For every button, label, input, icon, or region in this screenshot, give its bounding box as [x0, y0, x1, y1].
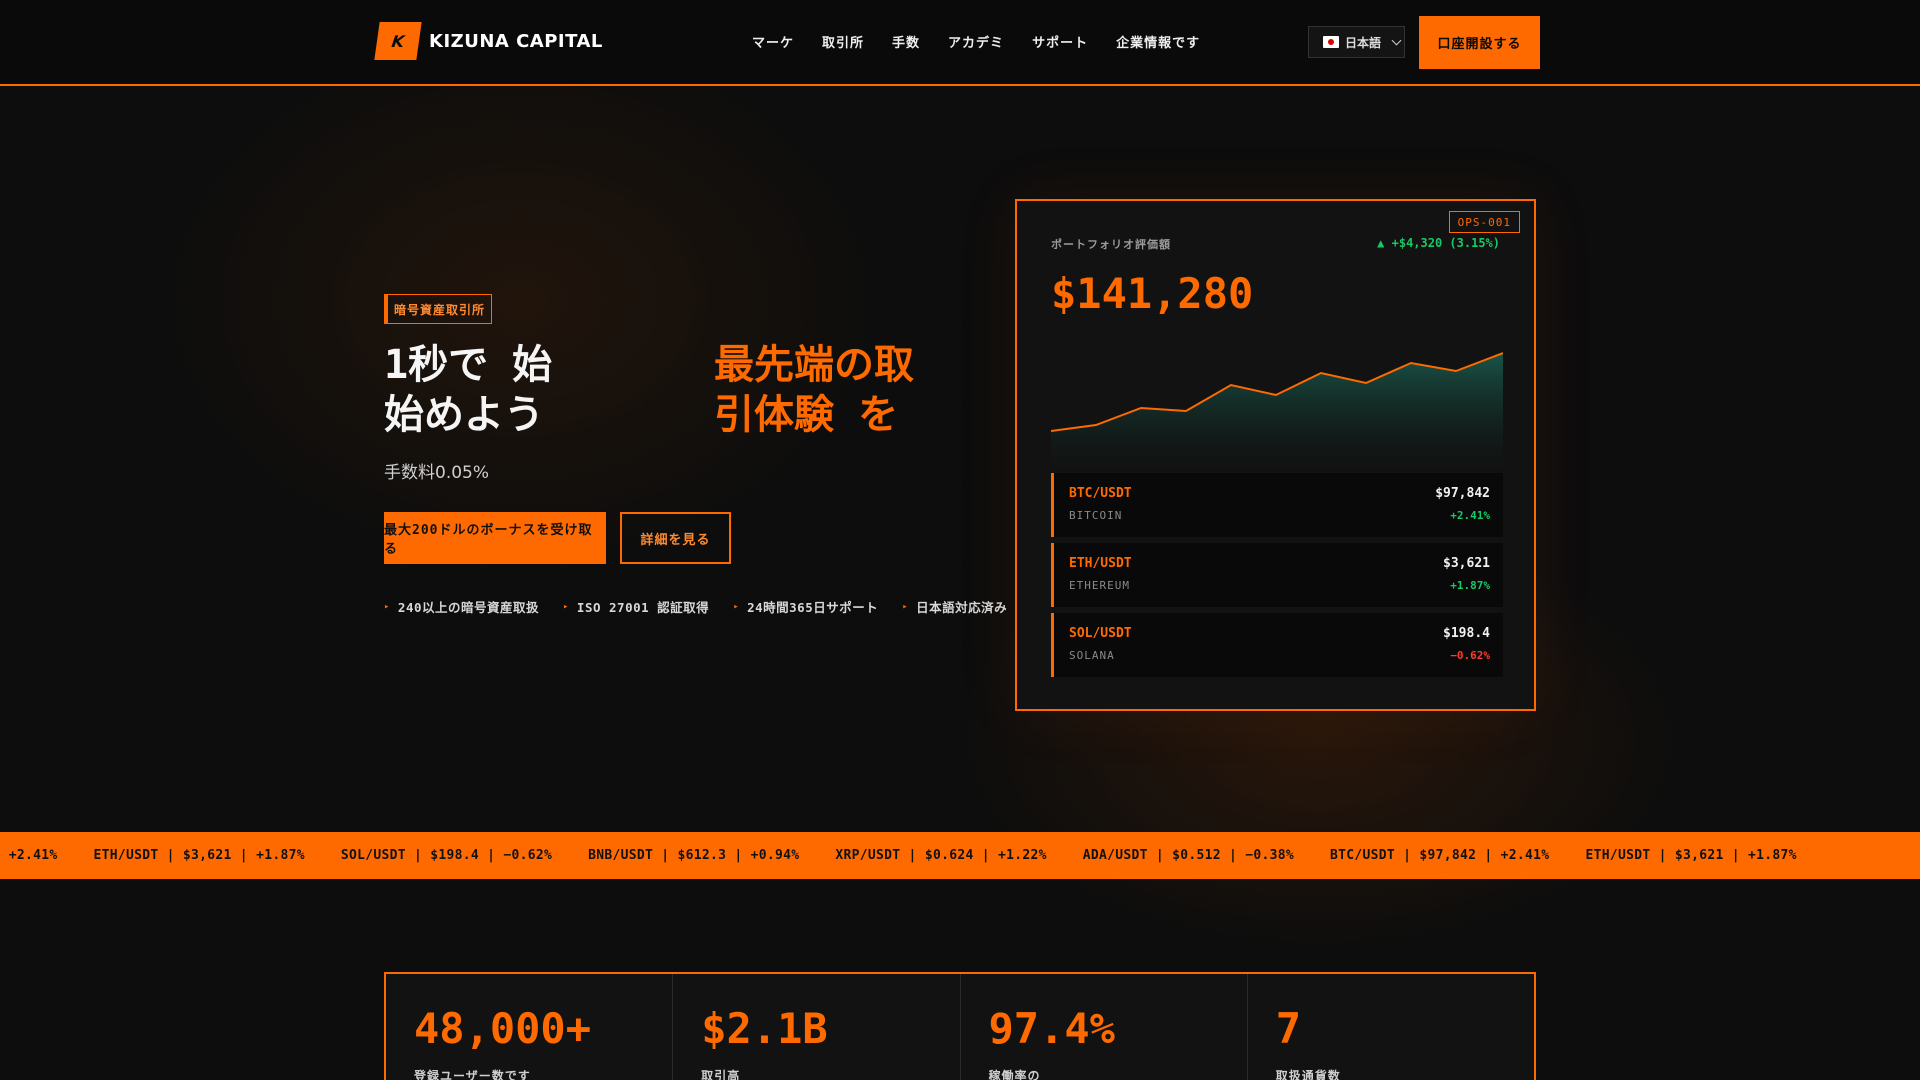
pair-price: $97,842 — [1435, 486, 1490, 501]
stat-label: 取扱通貨数 — [1275, 1069, 1341, 1080]
ticker-item: BTC/USDT | $97,842 | +2.41% — [1330, 848, 1550, 863]
top-navigation: K KIZUNA CAPITAL マーケ 取引所 手数 アカデミ サポート 企業… — [0, 0, 1920, 86]
ticker-item: XRP/USDT | $0.624 | +1.22% — [835, 848, 1047, 863]
stat-value: 48,000+ — [414, 1004, 592, 1053]
portfolio-sparkline — [1051, 352, 1503, 471]
stat-value: 7 — [1275, 1004, 1302, 1053]
ticker-item: 842 | +2.41% — [0, 848, 58, 863]
nav-link-fees[interactable]: 手数 — [892, 32, 920, 51]
pair-change: −0.62% — [1450, 649, 1490, 662]
nav-link-academy[interactable]: アカデミ — [948, 32, 1004, 51]
feature-list: ▸ 240以上の暗号資産取扱 ▸ ISO 27001 認証取得 ▸ 24時間365日サ… — [384, 597, 1007, 616]
ops-tag: OPS-001 — [1448, 211, 1520, 233]
pair-change: +1.87% — [1450, 579, 1490, 592]
headline-accent: 最先端の取引体験 を — [714, 342, 914, 438]
pair-row-eth[interactable]: ETH/USDT ETHEREUM $3,621 +1.87% — [1051, 543, 1503, 607]
stat-label: 登録ユーザー数です — [414, 1069, 531, 1080]
pair-name: BITCOIN — [1069, 509, 1123, 522]
stat-volume: $2.1B 取引高 — [673, 974, 961, 1080]
hero-headline: 1秒で 始 最先端の取引体験 を 始めよう — [384, 340, 944, 440]
nav-link-support[interactable]: サポート — [1032, 32, 1088, 51]
feature-item: ▸ 240以上の暗号資産取扱 — [384, 597, 539, 616]
pair-price: $3,621 — [1443, 556, 1490, 571]
main-menu: マーケ 取引所 手数 アカデミ サポート 企業情報です — [752, 32, 1200, 51]
fee-subline: 手数料0.05% — [384, 463, 490, 483]
chevron-down-icon — [1391, 35, 1402, 45]
ticker-item: ETH/USDT | $3,621 | +1.87% — [1585, 848, 1797, 863]
feature-item: ▸ 日本語対応済み — [902, 597, 1007, 616]
feature-label: 日本語対応済み — [916, 600, 1008, 615]
feature-item: ▸ ISO 27001 認証取得 — [563, 597, 709, 616]
stat-label: 稼働率の — [988, 1069, 1041, 1080]
nav-link-exchange[interactable]: 取引所 — [822, 32, 864, 51]
stats-panel: 48,000+ 登録ユーザー数です $2.1B 取引高 97.4% 稼働率の 7… — [384, 972, 1536, 1080]
feature-item: ▸ 24時間365日サポート — [733, 597, 878, 616]
pair-change: +2.41% — [1450, 509, 1490, 522]
ticker-item: SOL/USDT | $198.4 | −0.62% — [340, 848, 553, 863]
nav-link-company[interactable]: 企業情報です — [1116, 32, 1200, 51]
language-selector[interactable]: 日本語 — [1308, 26, 1405, 58]
feature-label: ISO 27001 認証取得 — [576, 600, 710, 615]
japan-flag-icon — [1323, 36, 1339, 48]
details-button[interactable]: 詳細を見る — [620, 512, 731, 564]
bullet-triangle-icon: ▸ — [902, 601, 909, 612]
ticker-track: 842 | +2.41% ETH/USDT | $3,621 | +1.87% … — [0, 832, 1833, 879]
hero-badge: 暗号資産取引所 — [384, 294, 492, 324]
ticker-item: ADA/USDT | $0.512 | −0.38% — [1082, 848, 1295, 863]
bullet-triangle-icon: ▸ — [384, 601, 390, 612]
brand-name: KIZUNA CAPITAL — [429, 30, 603, 52]
bullet-triangle-icon: ▸ — [563, 601, 569, 612]
language-label: 日本語 — [1345, 35, 1382, 50]
portfolio-change: ▲ +$4,320 (3.15%) — [1377, 236, 1500, 250]
pair-row-btc[interactable]: BTC/USDT BITCOIN $97,842 +2.41% — [1051, 473, 1503, 537]
stat-value: $2.1B — [701, 1004, 828, 1053]
bonus-button[interactable]: 最大200ドルのボーナスを受け取る — [384, 512, 606, 564]
pair-price: $198.4 — [1443, 626, 1490, 641]
pair-row-sol[interactable]: SOL/USDT SOLANA $198.4 −0.62% — [1051, 613, 1503, 677]
background-grid — [0, 86, 1920, 1080]
feature-label: 24時間365日サポート — [747, 600, 879, 615]
nav-link-market[interactable]: マーケ — [752, 32, 794, 51]
portfolio-value: $141,280 — [1051, 269, 1254, 318]
price-ticker: 842 | +2.41% ETH/USDT | $3,621 | +1.87% … — [0, 832, 1920, 879]
stat-currencies: 7 取扱通貨数 — [1248, 974, 1534, 1080]
stat-users: 48,000+ 登録ユーザー数です — [386, 974, 674, 1080]
pair-symbol: ETH/USDT — [1069, 556, 1132, 571]
ticker-item: BNB/USDT | $612.3 | +0.94% — [588, 848, 800, 863]
ticker-item: ETH/USDT | $3,621 | +1.87% — [93, 848, 305, 863]
pair-name: ETHEREUM — [1069, 579, 1130, 592]
pair-symbol: BTC/USDT — [1069, 486, 1132, 501]
portfolio-card: OPS-001 ポートフォリオ評価額 ▲ +$4,320 (3.15%) $14… — [1015, 199, 1536, 711]
sparkline-area — [1051, 353, 1503, 471]
pair-name: SOLANA — [1069, 649, 1115, 662]
bullet-triangle-icon: ▸ — [733, 601, 740, 612]
brand-logo[interactable]: K KIZUNA CAPITAL — [374, 22, 603, 60]
open-account-button[interactable]: 口座開設する — [1419, 16, 1540, 69]
portfolio-label: ポートフォリオ評価額 — [1051, 238, 1171, 251]
stat-uptime: 97.4% 稼働率の — [961, 974, 1248, 1080]
feature-label: 240以上の暗号資産取扱 — [397, 600, 539, 615]
pair-symbol: SOL/USDT — [1069, 626, 1132, 641]
stat-value: 97.4% — [988, 1004, 1115, 1053]
stat-label: 取引高 — [701, 1069, 741, 1080]
logo-mark-icon: K — [374, 22, 422, 60]
